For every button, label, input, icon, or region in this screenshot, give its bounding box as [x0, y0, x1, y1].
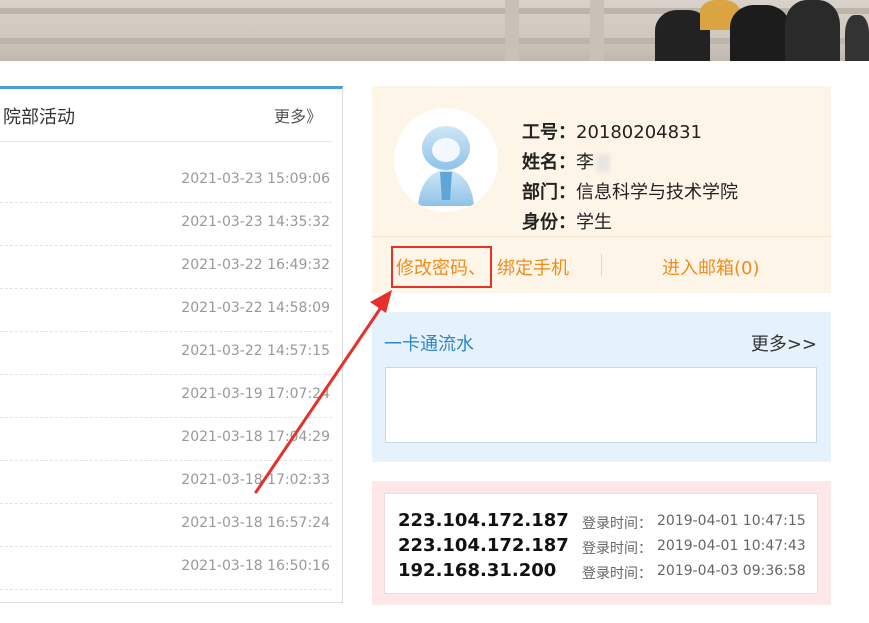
news-item[interactable]: 2021-03-18 17:04:29 — [0, 417, 332, 461]
link-divider — [601, 254, 602, 276]
name-redaction — [596, 154, 610, 172]
login-record: 223.104.172.187 登录时间： 2019-04-01 10:47:1… — [398, 510, 818, 534]
department-label: 部门： — [522, 182, 576, 203]
news-item-time: 2021-03-23 14:35:32 — [181, 214, 330, 230]
login-records-panel: 223.104.172.187 登录时间： 2019-04-01 10:47:1… — [372, 481, 831, 605]
news-item[interactable]: 2021-03-22 14:58:09 — [0, 288, 332, 332]
news-more-link[interactable]: 更多》 — [274, 103, 322, 127]
news-item[interactable]: 2021-03-18 16:57:24 — [0, 503, 332, 547]
user-silhouette-icon — [418, 126, 474, 206]
login-time-label: 登录时间： — [582, 566, 652, 582]
login-records-list: 223.104.172.187 登录时间： 2019-04-01 10:47:1… — [384, 493, 818, 594]
employee-id-row: 工号：20180204831 — [522, 118, 738, 148]
annotation-highlight-box — [391, 246, 492, 288]
login-ip: 223.104.172.187 — [398, 510, 569, 531]
banner-graduate — [730, 5, 790, 61]
banner-pillar — [590, 0, 604, 61]
login-ip: 192.168.31.200 — [398, 560, 557, 581]
login-time: 2019-04-03 09:36:58 — [657, 563, 806, 579]
news-item[interactable]: 2021-03-22 16:49:32 — [0, 245, 332, 289]
news-item[interactable]: 2021-03-18 17:02:33 — [0, 460, 332, 504]
news-title: 院部活动 — [3, 107, 75, 128]
top-banner-image — [0, 0, 869, 61]
news-item-time: 2021-03-23 15:09:06 — [181, 171, 330, 187]
news-item-time: 2021-03-22 14:58:09 — [181, 300, 330, 316]
news-item[interactable]: 2021-03-19 17:07:24 — [0, 374, 332, 418]
card-flow-more-link[interactable]: 更多>> — [751, 330, 817, 356]
department-row: 部门：信息科学与技术学院 — [522, 178, 738, 208]
name-row: 姓名：李 — [522, 148, 738, 178]
login-time: 2019-04-01 10:47:15 — [657, 513, 806, 529]
login-time: 2019-04-01 10:47:43 — [657, 538, 806, 554]
news-item[interactable]: 2021-03-23 15:09:06 — [0, 159, 332, 203]
name-label: 姓名： — [522, 152, 576, 173]
login-record: 223.104.172.187 登录时间： 2019-04-01 10:47:4… — [398, 535, 818, 559]
news-item-time: 2021-03-18 17:02:33 — [181, 472, 330, 488]
login-time-label: 登录时间： — [582, 516, 652, 532]
news-item[interactable]: 2021-03-18 16:50:16 — [0, 546, 332, 590]
bind-phone-link[interactable]: 绑定手机 — [497, 254, 569, 280]
employee-id-label: 工号： — [522, 122, 576, 143]
avatar — [394, 108, 498, 212]
news-item-time: 2021-03-18 17:04:29 — [181, 429, 330, 445]
department-value: 信息科学与技术学院 — [576, 182, 738, 203]
login-time-label: 登录时间： — [582, 541, 652, 557]
role-value: 学生 — [576, 212, 612, 233]
mailbox-link[interactable]: 进入邮箱(0) — [662, 254, 760, 280]
news-item[interactable]: 2021-03-23 14:35:32 — [0, 202, 332, 246]
banner-graduate — [845, 15, 869, 61]
login-ip: 223.104.172.187 — [398, 535, 569, 556]
card-divider — [372, 236, 831, 237]
name-value: 李 — [576, 152, 594, 173]
login-record: 192.168.31.200 登录时间： 2019-04-03 09:36:58 — [398, 560, 818, 584]
employee-id-value: 20180204831 — [576, 122, 702, 143]
news-item-time: 2021-03-18 16:57:24 — [181, 515, 330, 531]
card-flow-content — [385, 367, 817, 443]
news-panel: 院部活动 更多》 2021-03-23 15:09:06 2021-03-23 … — [0, 86, 343, 603]
card-flow-title: 一卡通流水 — [384, 334, 474, 355]
news-header: 院部活动 更多》 — [0, 89, 332, 142]
news-item[interactable]: 2021-03-22 14:57:15 — [0, 331, 332, 375]
banner-pillar — [505, 0, 519, 61]
user-info: 工号：20180204831 姓名：李 部门：信息科学与技术学院 身份：学生 — [522, 118, 738, 238]
role-label: 身份： — [522, 212, 576, 233]
banner-graduate — [785, 0, 840, 61]
role-row: 身份：学生 — [522, 208, 738, 238]
news-item-time: 2021-03-22 16:49:32 — [181, 257, 330, 273]
card-flow-panel: 一卡通流水 更多>> — [372, 312, 831, 462]
news-item-time: 2021-03-19 17:07:24 — [181, 386, 330, 402]
news-item-time: 2021-03-18 16:50:16 — [181, 558, 330, 574]
news-item-time: 2021-03-22 14:57:15 — [181, 343, 330, 359]
